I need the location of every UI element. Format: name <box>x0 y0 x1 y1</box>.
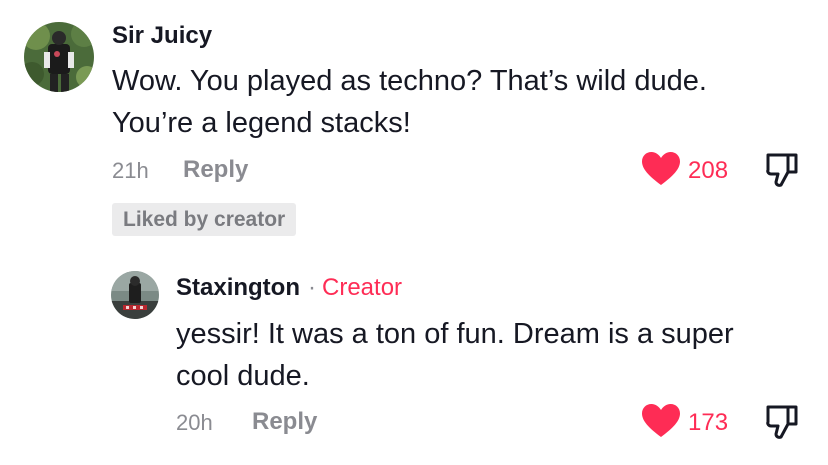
reply-like-count: 173 <box>688 409 729 436</box>
reply-text: yessir! It was a ton of fun. Dream is a … <box>176 313 796 397</box>
liked-by-creator-badge: Liked by creator <box>112 203 297 236</box>
creator-avatar-image <box>111 271 159 319</box>
creator-avatar[interactable] <box>111 271 159 319</box>
reply-header: Staxington · Creator <box>176 274 402 302</box>
comment-like-count: 208 <box>688 157 729 184</box>
reply-reply-button[interactable]: Reply <box>252 408 317 436</box>
comment-timestamp: 21h <box>112 158 149 183</box>
comment-text-line: Wow. You played as techno? That’s wild d… <box>112 65 707 97</box>
heart-filled-icon[interactable] <box>641 151 681 187</box>
comment-text-line: You’re a legend stacks! <box>112 107 411 139</box>
commenter-username[interactable]: Sir Juicy <box>112 22 212 50</box>
comment-reply-button[interactable]: Reply <box>183 156 248 184</box>
comment-thread: Sir Juicy Wow. You played as techno? Tha… <box>0 0 828 465</box>
heart-filled-icon[interactable] <box>641 403 681 439</box>
separator-dot: · <box>308 274 316 301</box>
reply-text-line: yessir! It was a ton of fun. Dream is a … <box>176 318 734 350</box>
commenter-avatar[interactable] <box>24 22 94 92</box>
thumbs-down-icon[interactable] <box>765 404 799 440</box>
comment-text: Wow. You played as techno? That’s wild d… <box>112 60 792 144</box>
commenter-avatar-image <box>24 22 94 92</box>
creator-label: Creator <box>322 274 403 301</box>
reply-text-line: cool dude. <box>176 360 310 392</box>
reply-timestamp: 20h <box>176 410 213 435</box>
reply-username[interactable]: Staxington <box>176 274 300 301</box>
thumbs-down-icon[interactable] <box>765 152 799 188</box>
